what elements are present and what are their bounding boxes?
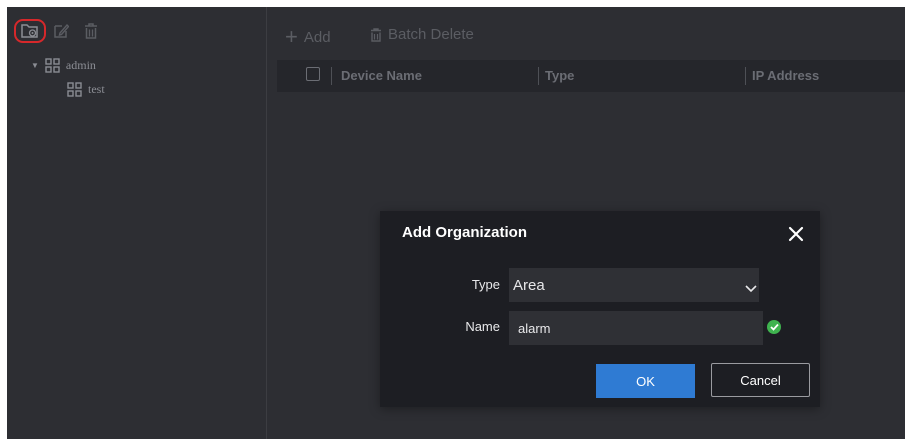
type-select-value: Area <box>513 276 545 294</box>
trash-icon[interactable] <box>82 22 100 40</box>
name-input[interactable] <box>509 311 763 345</box>
chevron-down-icon[interactable] <box>745 280 757 298</box>
add-folder-icon[interactable] <box>21 22 39 40</box>
column-separator <box>331 67 332 85</box>
type-select[interactable]: Area <box>509 268 759 302</box>
dialog-title: Add Organization <box>402 224 527 241</box>
column-device-name[interactable]: Device Name <box>341 68 422 83</box>
tree-node-admin[interactable]: ▼ admin <box>31 58 96 73</box>
batch-delete-button[interactable]: Batch Delete <box>370 26 474 43</box>
tree-node-label: admin <box>65 58 96 72</box>
ok-button[interactable]: OK <box>596 364 695 398</box>
column-separator <box>745 67 746 85</box>
cancel-button[interactable]: Cancel <box>711 363 810 397</box>
column-separator <box>538 67 539 85</box>
column-type[interactable]: Type <box>545 68 574 83</box>
caret-down-icon[interactable]: ▼ <box>31 61 39 70</box>
valid-check-icon <box>767 320 781 334</box>
add-button[interactable]: + Add <box>285 26 331 48</box>
trash-icon <box>371 27 381 42</box>
grid-org-icon <box>45 58 60 73</box>
select-all-checkbox[interactable] <box>306 67 320 81</box>
batch-delete-label: Batch Delete <box>388 26 474 43</box>
add-button-label: Add <box>303 28 331 46</box>
type-label: Type <box>471 277 500 292</box>
tree-node-label: test <box>88 82 105 96</box>
tree-node-test[interactable]: test <box>67 82 105 97</box>
grid-org-icon <box>67 82 82 97</box>
column-ip-address[interactable]: IP Address <box>752 68 819 83</box>
name-label: Name <box>465 319 500 334</box>
plus-icon: + <box>285 24 298 49</box>
edit-icon[interactable] <box>52 22 70 40</box>
close-icon[interactable] <box>787 225 805 243</box>
